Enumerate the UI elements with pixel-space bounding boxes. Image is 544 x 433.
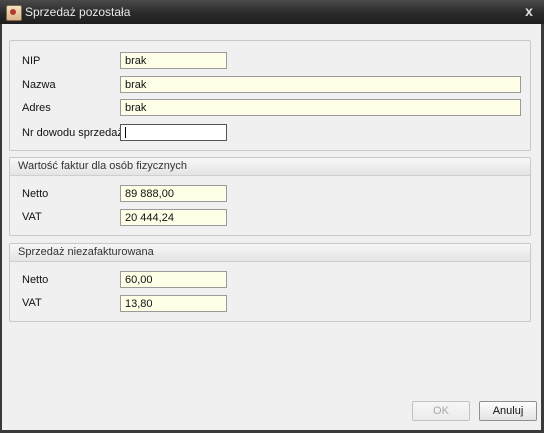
address-field[interactable] xyxy=(120,99,521,116)
title-bar[interactable]: Sprzedaż pozostała x xyxy=(0,0,544,25)
dialog-body: NIP Nazwa Adres Nr dowodu sprzedaży Wart… xyxy=(2,24,541,430)
uninvoiced-vat-field[interactable] xyxy=(120,295,227,312)
address-label: Adres xyxy=(22,102,51,114)
uninvoiced-net-label: Netto xyxy=(22,274,49,286)
uninvoiced-sales-header: Sprzedaż niezafakturowana xyxy=(10,244,530,262)
name-label: Nazwa xyxy=(22,79,56,91)
uninvoiced-vat-label: VAT xyxy=(22,297,42,309)
uninvoiced-sales-panel: Sprzedaż niezafakturowana Netto VAT xyxy=(9,243,531,322)
invoice-totals-header: Wartość faktur dla osób fizycznych xyxy=(10,158,530,176)
close-button[interactable]: x xyxy=(521,2,537,20)
ok-button[interactable]: OK xyxy=(412,401,470,421)
nip-field[interactable] xyxy=(120,52,227,69)
invoice-net-field[interactable] xyxy=(120,185,227,202)
invoice-vat-label: VAT xyxy=(22,211,42,223)
dialog-window: Sprzedaż pozostała x NIP Nazwa Adres Nr … xyxy=(0,0,544,433)
receipt-number-field[interactable] xyxy=(120,124,227,141)
receipt-number-label: Nr dowodu sprzedaży xyxy=(22,127,129,139)
general-info-panel: NIP Nazwa Adres Nr dowodu sprzedaży xyxy=(9,40,531,151)
text-caret xyxy=(125,127,126,138)
cancel-button[interactable]: Anuluj xyxy=(479,401,537,421)
uninvoiced-net-field[interactable] xyxy=(120,271,227,288)
nip-label: NIP xyxy=(22,55,41,67)
invoice-net-label: Netto xyxy=(22,188,49,200)
invoice-totals-panel: Wartość faktur dla osób fizycznych Netto… xyxy=(9,157,531,236)
invoice-vat-field[interactable] xyxy=(120,209,227,226)
uninvoiced-sales-title: Sprzedaż niezafakturowana xyxy=(18,246,154,258)
window-title: Sprzedaż pozostała xyxy=(25,5,131,19)
name-field[interactable] xyxy=(120,76,521,93)
invoice-totals-title: Wartość faktur dla osób fizycznych xyxy=(18,160,187,172)
app-icon xyxy=(6,5,22,21)
